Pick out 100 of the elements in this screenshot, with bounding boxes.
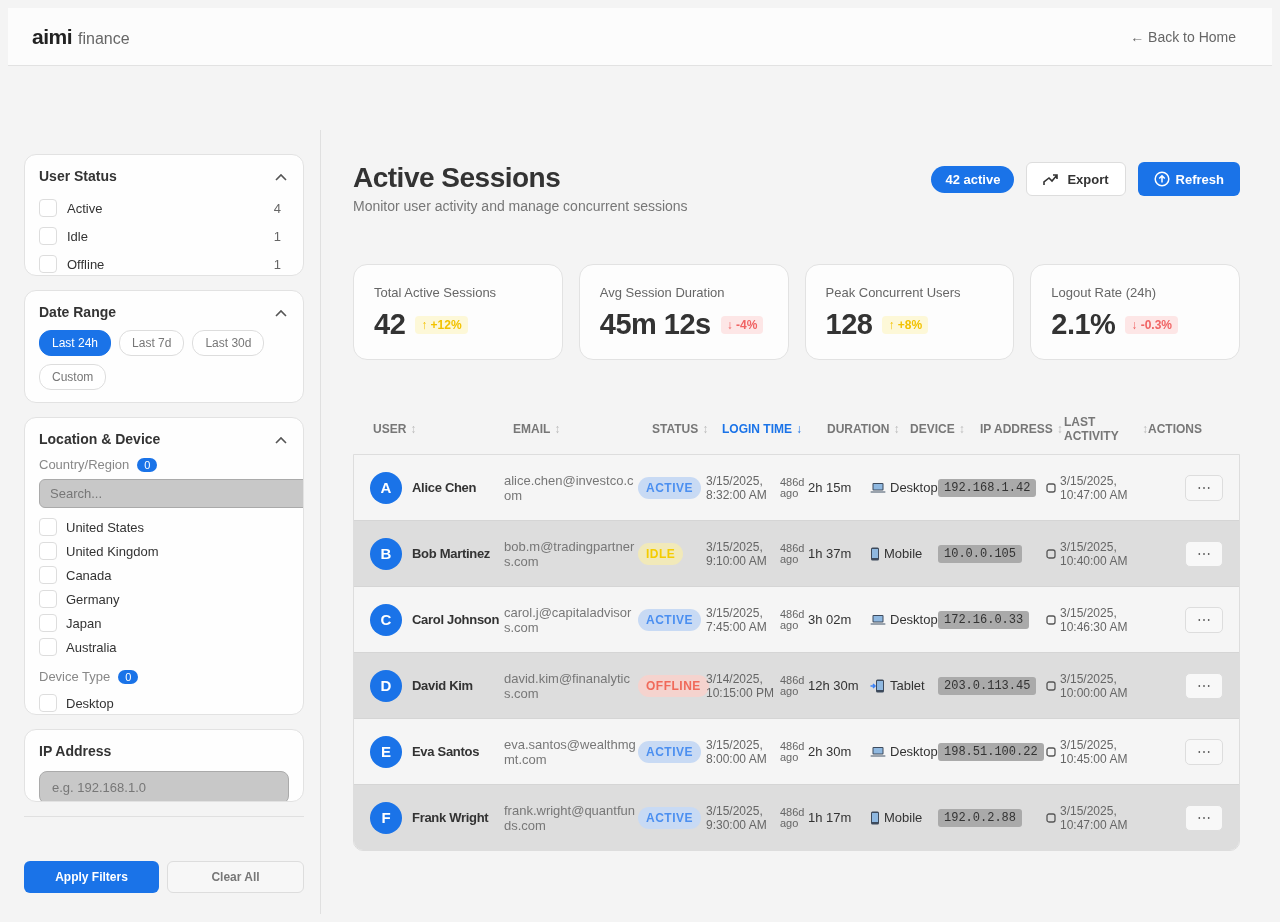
duration-cell-text: 1h 17m [808, 810, 853, 825]
avatar: F [370, 801, 402, 834]
more-actions-button[interactable]: ⋯ [1185, 672, 1223, 699]
email-cell-text: david.kim@finanalytics.com [504, 670, 631, 701]
more-actions-button[interactable]: ⋯ [1185, 540, 1223, 567]
column-header[interactable]: EMAIL ↕ [513, 422, 652, 436]
column-header[interactable]: LAST ACTIVITY ↕ [1064, 415, 1148, 443]
last-activity: 3/15/2025, 10:00:00 AM [1060, 671, 1129, 700]
ip-address-field[interactable]: e.g. 192.168.1.0 [39, 771, 289, 801]
search-field[interactable]: Search... [39, 479, 303, 508]
login-time: 3/15/2025, 9:10:00 AM [706, 539, 768, 568]
duration-cell-text: 2h 15m [808, 480, 853, 495]
active-count-badge: 42 active [931, 165, 1015, 193]
date-chip[interactable]: Custom [39, 364, 107, 390]
stat-change: ↓ -4% [720, 315, 764, 334]
status-pill: ACTIVE [638, 740, 701, 763]
checkbox[interactable] [39, 694, 57, 712]
rounded-square-icon [1046, 812, 1056, 823]
more-actions-button[interactable]: ⋯ [1185, 738, 1223, 765]
column-header[interactable]: STATUS ↕ [652, 422, 722, 436]
stat-change: ↑ +12% [415, 315, 468, 334]
checkbox[interactable] [39, 614, 57, 632]
time-ago: 486d ago [780, 608, 806, 631]
page-title: Active Sessions [353, 162, 562, 194]
stat-change: ↓ -0.3% [1125, 315, 1179, 334]
chevron-up-icon[interactable] [275, 436, 287, 444]
stat-label: Total Active Sessions [374, 285, 498, 300]
option-label: Idle [67, 228, 88, 244]
email-cell-text: eva.santos@wealthmgmt.com [504, 736, 637, 767]
date-chip[interactable]: Last 7d [119, 330, 185, 356]
apply-filters-button[interactable]: Apply Filters [24, 861, 159, 893]
last-activity: 3/15/2025, 10:47:00 AM [1060, 803, 1129, 832]
device-label: Mobile [884, 810, 923, 825]
more-actions-button[interactable]: ⋯ [1185, 474, 1223, 501]
last-activity: 3/15/2025, 10:40:00 AM [1060, 539, 1129, 568]
time-ago: 486d ago [780, 542, 806, 565]
time-ago: 486d ago [780, 740, 806, 763]
checkbox[interactable] [39, 542, 57, 560]
email-cell-text: bob.m@tradingpartners.com [504, 538, 636, 569]
checkbox[interactable] [39, 638, 57, 656]
option-count: 1 [273, 228, 281, 244]
checkbox[interactable] [39, 227, 57, 245]
ip-address: 192.0.2.88 [938, 808, 1022, 827]
more-actions-button[interactable]: ⋯ [1185, 606, 1223, 633]
rounded-square-icon [1046, 746, 1056, 757]
checkbox[interactable] [39, 518, 57, 536]
checkbox[interactable] [39, 566, 57, 584]
section-label: Device Type [39, 669, 111, 684]
date-chip[interactable]: Last 30d [192, 330, 265, 356]
device-label: Desktop [890, 744, 938, 759]
stat-label: Avg Session Duration [599, 285, 726, 300]
device-label: Desktop [890, 612, 938, 627]
duration-cell-text: 1h 37m [808, 546, 853, 561]
stat-change: ↑ +8% [882, 315, 929, 334]
checkbox[interactable] [39, 255, 57, 273]
avatar: C [370, 603, 402, 636]
login-time: 3/15/2025, 7:45:00 AM [706, 605, 768, 634]
device-label: Mobile [884, 546, 923, 561]
phone-icon [870, 810, 880, 825]
avatar: E [370, 735, 402, 768]
checkbox[interactable] [39, 590, 57, 608]
option-label: United Kingdom [66, 543, 159, 559]
email-cell-text: frank.wright@quantfunds.com [504, 802, 636, 833]
time-ago: 486d ago [780, 674, 806, 697]
column-header[interactable]: LOGIN TIME ↓ [722, 422, 827, 436]
checkbox[interactable] [39, 199, 57, 217]
stat-value: 128 [825, 308, 873, 341]
avatar: B [370, 537, 402, 570]
chevron-up-icon[interactable] [275, 309, 287, 317]
section-label: Country/Region [39, 457, 130, 472]
ip-address: 192.168.1.42 [938, 478, 1037, 497]
status-pill: ACTIVE [638, 806, 701, 829]
option-label: Japan [66, 615, 102, 631]
option-label: Australia [66, 639, 117, 655]
column-header[interactable]: DURATION ↕ [827, 422, 910, 436]
stat-value: 45m 12s [599, 308, 711, 341]
clear-all-button[interactable]: Clear All [167, 861, 304, 893]
export-button[interactable]: Export [1026, 162, 1126, 196]
column-header[interactable]: IP ADDRESS ↕ [980, 422, 1064, 436]
user-name: Eva Santos [412, 744, 480, 759]
chevron-up-icon[interactable] [275, 173, 287, 181]
device-label: Tablet [890, 678, 925, 693]
rounded-square-icon [1046, 680, 1056, 691]
avatar: A [370, 471, 402, 504]
column-header[interactable]: USER ↕ [373, 422, 513, 436]
laptop-icon [870, 613, 886, 626]
back-link[interactable]: ← Back to Home [1130, 28, 1236, 45]
filter-title: Location & Device [39, 431, 161, 447]
more-actions-button[interactable]: ⋯ [1185, 804, 1223, 831]
refresh-button[interactable]: Refresh [1137, 162, 1240, 196]
user-name: Bob Martinez [412, 546, 490, 561]
date-chip[interactable]: Last 24h [39, 330, 112, 356]
column-header[interactable]: ACTIONS [1148, 422, 1240, 436]
upload-circle-icon [1153, 171, 1170, 187]
option-label: Canada [66, 567, 112, 583]
user-name: Frank Wright [412, 810, 489, 825]
column-header[interactable]: DEVICE ↕ [910, 422, 980, 436]
email-cell-text: alice.chen@investco.com [504, 472, 635, 503]
ip-address: 172.16.0.33 [938, 610, 1030, 629]
login-time: 3/15/2025, 9:30:00 AM [706, 803, 768, 832]
